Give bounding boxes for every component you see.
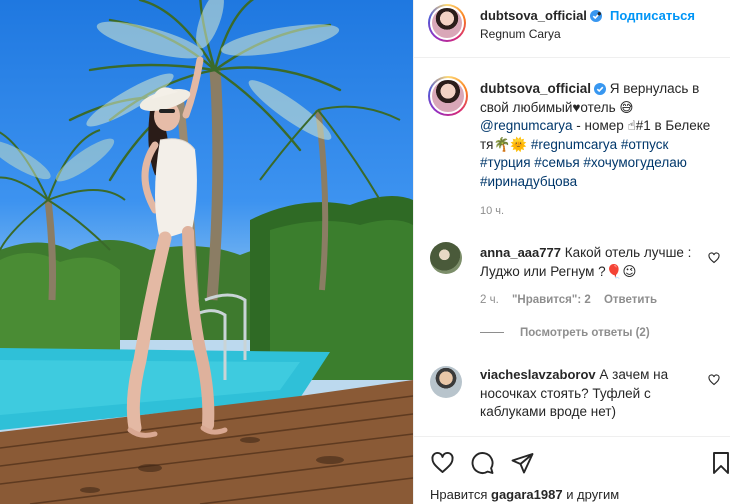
view-replies-button[interactable]: Посмотреть ответы (2) — [480, 327, 650, 339]
comment-like-heart-icon[interactable] — [708, 252, 720, 264]
post-photo[interactable] — [0, 0, 413, 504]
comment-item: anna_aaa777 Какой отель лучше : Луджо ил… — [480, 244, 700, 281]
post-actions: Нравится gagara1987 и другим — [414, 436, 730, 504]
share-icon[interactable] — [510, 451, 535, 475]
comment-avatar[interactable] — [430, 366, 462, 398]
caption-author-avatar[interactable] — [428, 76, 468, 116]
post-panel: dubtsova_official • Подписаться Regnum C… — [413, 0, 730, 504]
bookmark-icon[interactable] — [710, 451, 730, 475]
author-avatar[interactable] — [428, 4, 466, 42]
likes-prefix: Нравится — [430, 487, 488, 502]
caption-timestamp[interactable]: 10 ч. — [480, 205, 504, 217]
comment-item: viacheslavzaborov А зачем на носочках ст… — [480, 366, 700, 422]
comment-time[interactable]: 2 ч. — [480, 294, 499, 306]
reply-button[interactable]: Ответить — [604, 294, 657, 306]
comments-section: dubtsova_official Я вернулась в свой люб… — [414, 59, 730, 435]
location-link[interactable]: Regnum Carya — [480, 27, 561, 41]
view-replies-label[interactable]: Посмотреть ответы (2) — [520, 327, 650, 339]
comment-avatar[interactable] — [430, 242, 462, 274]
post-caption: dubtsova_official Я вернулась в свой люб… — [480, 80, 720, 191]
comment-like-heart-icon[interactable] — [708, 374, 720, 386]
replies-divider — [480, 332, 504, 334]
comment-meta: 2 ч. "Нравится": 2 Ответить — [480, 294, 667, 306]
separator-dot: • — [597, 6, 602, 21]
comment-username[interactable]: anna_aaa777 — [480, 245, 561, 260]
photo-scene — [0, 0, 413, 504]
author-username[interactable]: dubtsova_official — [480, 8, 602, 23]
caption-mention[interactable]: @regnumcarya — [480, 118, 573, 133]
comment-username[interactable]: viacheslavzaborov — [480, 367, 596, 382]
follow-button[interactable]: Подписаться — [610, 8, 695, 23]
author-username-text[interactable]: dubtsova_official — [480, 8, 587, 23]
comment-likes-count[interactable]: "Нравится": 2 — [512, 294, 591, 306]
heart-icon[interactable] — [430, 451, 455, 475]
verified-icon — [594, 83, 607, 95]
post-header: dubtsova_official • Подписаться Regnum C… — [414, 0, 730, 58]
comment-icon[interactable] — [470, 451, 495, 475]
likes-user[interactable]: gagara1987 — [491, 487, 563, 502]
likes-suffix[interactable]: и другим — [566, 487, 619, 502]
likes-summary: Нравится gagara1987 и другим — [430, 487, 619, 502]
caption-username[interactable]: dubtsova_official — [480, 81, 591, 96]
